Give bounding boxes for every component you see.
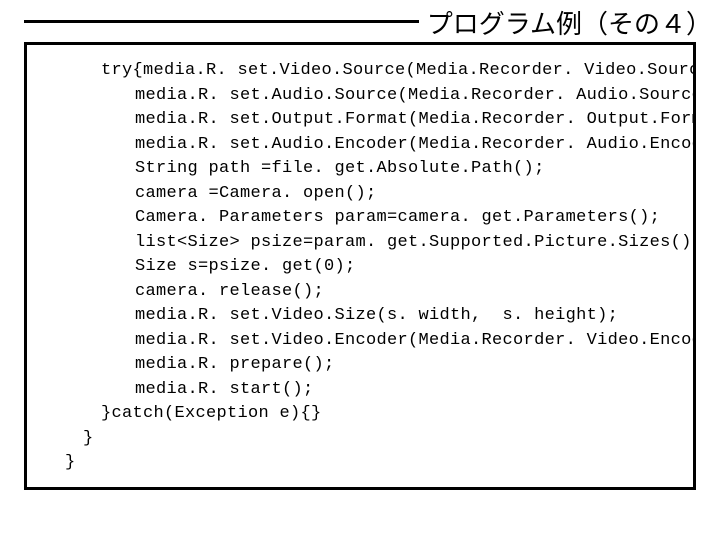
code-line: }catch(Exception e){} xyxy=(45,402,683,427)
code-line: String path =file. get.Absolute.Path(); xyxy=(45,157,683,182)
code-line: } xyxy=(45,451,683,476)
code-line: media.R. set.Video.Size(s. width, s. hei… xyxy=(45,304,683,329)
code-line: try{media.R. set.Video.Source(Media.Reco… xyxy=(45,59,683,84)
code-line: Size s=psize. get(0); xyxy=(45,255,683,280)
code-line: media.R. set.Output.Format(Media.Recorde… xyxy=(45,108,683,133)
header-rule xyxy=(24,20,419,23)
code-line: media.R. start(); xyxy=(45,378,683,403)
code-line: media.R. prepare(); xyxy=(45,353,683,378)
code-line: } xyxy=(45,427,683,452)
header-bar: プログラム例（その４） xyxy=(0,0,720,42)
code-line: media.R. set.Audio.Encoder(Media.Recorde… xyxy=(45,133,683,158)
code-panel: try{media.R. set.Video.Source(Media.Reco… xyxy=(24,42,696,490)
code-line: camera. release(); xyxy=(45,280,683,305)
code-line: media.R. set.Audio.Source(Media.Recorder… xyxy=(45,84,683,109)
code-line: list<Size> psize=param. get.Supported.Pi… xyxy=(45,231,683,256)
code-line: camera =Camera. open(); xyxy=(45,182,683,207)
code-line: Camera. Parameters param=camera. get.Par… xyxy=(45,206,683,231)
code-line: media.R. set.Video.Encoder(Media.Recorde… xyxy=(45,329,683,354)
page-title: プログラム例（その４） xyxy=(423,2,720,41)
